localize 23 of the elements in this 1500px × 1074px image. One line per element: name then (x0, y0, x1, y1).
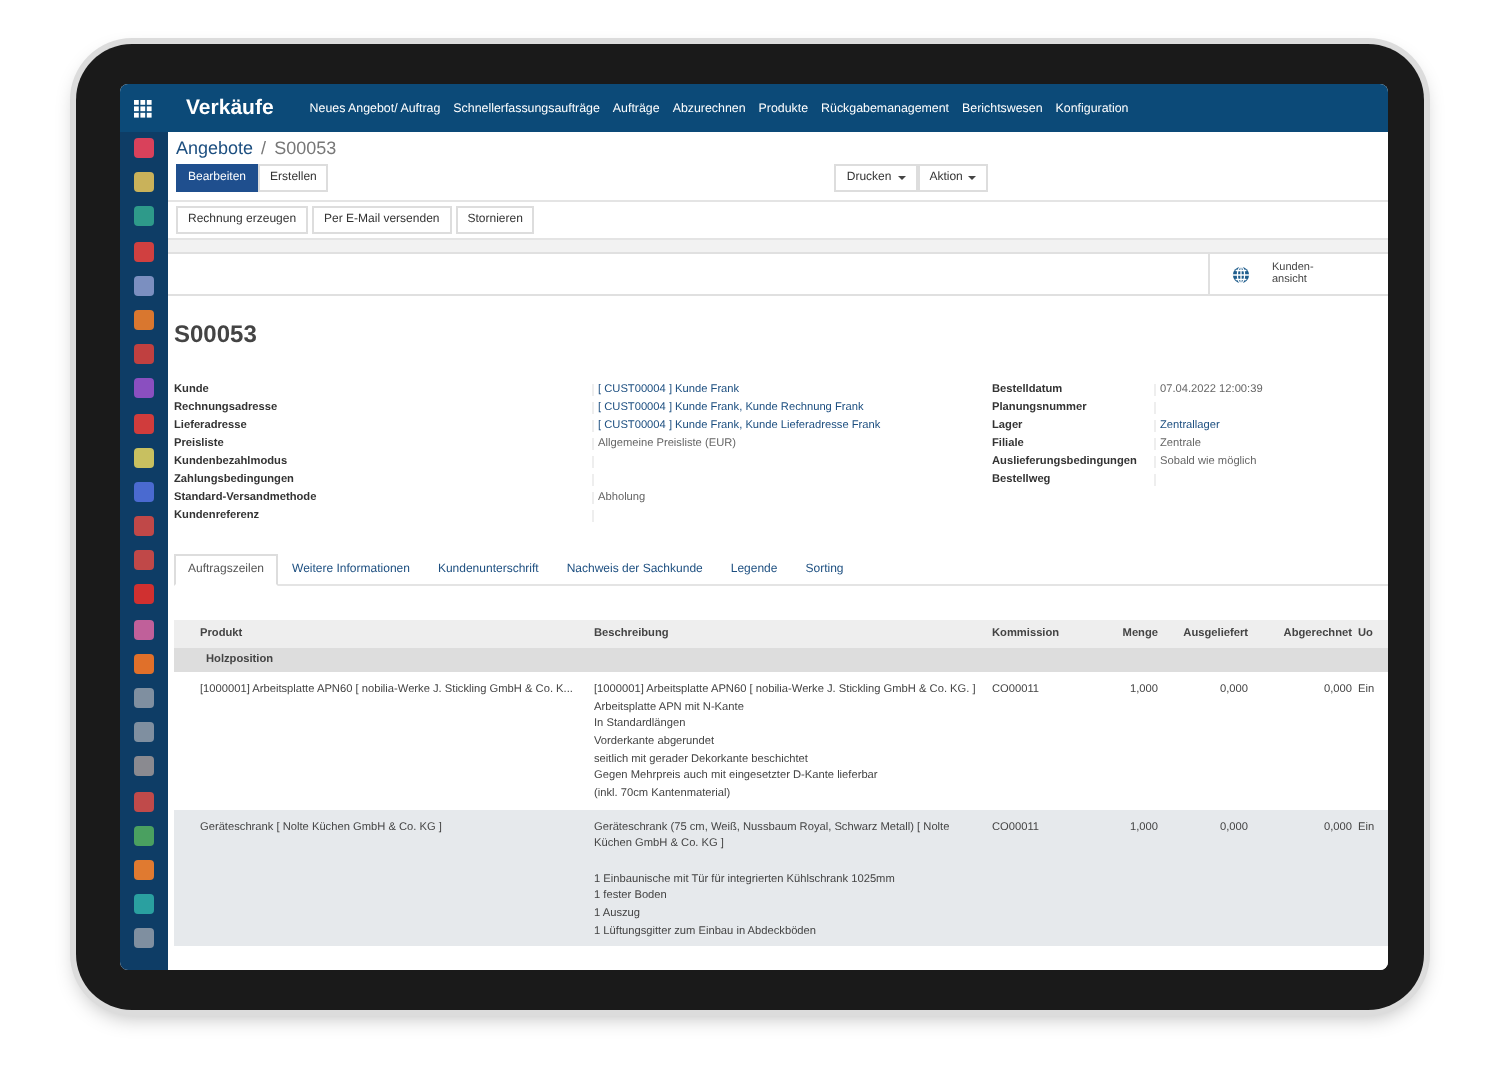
apps-menu-icon[interactable] (134, 99, 152, 117)
breadcrumb-separator: / (261, 138, 267, 158)
app-icon[interactable] (134, 275, 154, 296)
app-icon[interactable] (134, 653, 154, 674)
app-icon[interactable] (134, 859, 154, 880)
app-icon[interactable] (134, 756, 154, 777)
app-icon[interactable] (134, 172, 154, 193)
app-icon[interactable] (134, 309, 154, 330)
app-icon[interactable] (134, 825, 154, 846)
table-row[interactable] (174, 809, 1388, 947)
app-icon[interactable] (134, 722, 154, 743)
app-title: Verkäufe (186, 96, 274, 120)
breadcrumb-current: S00053 (274, 138, 337, 158)
app-icon[interactable] (134, 894, 154, 915)
app-icon[interactable] (134, 619, 154, 640)
app-icon[interactable] (134, 928, 154, 949)
breadcrumb-link[interactable]: Angebote (176, 138, 254, 158)
app-icon[interactable] (134, 206, 154, 227)
record-title: S00053 (174, 320, 259, 348)
globe-icon (1232, 265, 1250, 283)
app-icon[interactable] (134, 447, 154, 468)
caret-icon (968, 176, 977, 180)
caret-icon (897, 176, 906, 180)
